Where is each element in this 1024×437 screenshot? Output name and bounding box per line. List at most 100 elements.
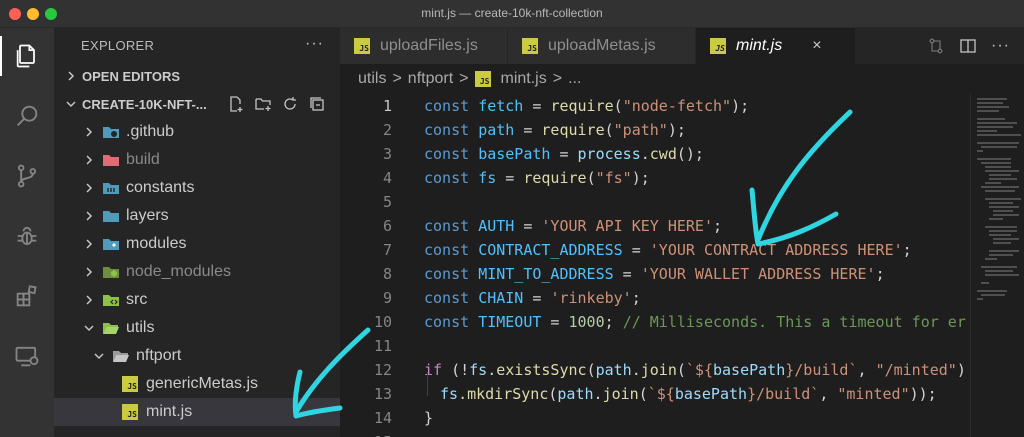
- breadcrumb-item-nftport[interactable]: nftport: [408, 70, 453, 88]
- github-folder-icon: [103, 127, 119, 138]
- breadcrumb: utils > nftport > JS mint.js > ...: [340, 64, 1024, 94]
- activity-bar: [0, 28, 54, 437]
- modules-folder-icon: [103, 239, 119, 250]
- explorer-icon[interactable]: [9, 38, 45, 74]
- code-line[interactable]: 2 const path = require("path");: [340, 118, 970, 142]
- refresh-icon[interactable]: [281, 95, 299, 113]
- project-label: CREATE-10K-NFT-...: [82, 96, 207, 112]
- code-line[interactable]: 14 }: [340, 406, 970, 430]
- code-line[interactable]: 15: [340, 430, 970, 437]
- minimap[interactable]: [970, 94, 1024, 437]
- editor-tabs: JS uploadFiles.js JS uploadMetas.js JS m…: [340, 28, 1024, 64]
- editor-actions: ···: [927, 28, 1024, 64]
- tree-item-label: layers: [126, 207, 169, 224]
- breadcrumb-separator: >: [552, 70, 563, 87]
- line-number: 10: [373, 313, 392, 331]
- split-editor-icon[interactable]: [959, 37, 977, 55]
- tab-uploadmetas[interactable]: JS uploadMetas.js: [508, 28, 696, 64]
- line-code: const fetch = require("node-fetch");: [424, 97, 750, 115]
- tree-item-label: utils: [126, 319, 155, 336]
- tree-item-label: mint.js: [146, 403, 193, 420]
- run-debug-icon[interactable]: [9, 218, 45, 254]
- extensions-icon[interactable]: [9, 278, 45, 314]
- close-tab-icon[interactable]: ×: [812, 37, 821, 55]
- tree-item-mint[interactable]: JS mint.js: [54, 398, 340, 426]
- code-line[interactable]: 8 const MINT_TO_ADDRESS = 'YOUR WALLET A…: [340, 262, 970, 286]
- code-line[interactable]: 9 const CHAIN = 'rinkeby';: [340, 286, 970, 310]
- open-editors-label: OPEN EDITORS: [82, 68, 181, 84]
- tree-item-utils[interactable]: utils: [54, 314, 340, 342]
- project-section[interactable]: CREATE-10K-NFT-...: [54, 90, 340, 118]
- new-file-icon[interactable]: [227, 95, 245, 113]
- code-line[interactable]: 10 const TIMEOUT = 1000; // Milliseconds…: [340, 310, 970, 334]
- explorer-title: EXPLORER: [81, 37, 155, 53]
- js-file-icon: JS: [122, 404, 138, 420]
- code-line[interactable]: 13 fs.mkdirSync(path.join(`${basePath}/b…: [340, 382, 970, 406]
- search-icon[interactable]: [9, 98, 45, 134]
- chevron-right-icon: [80, 263, 98, 281]
- tab-uploadfiles[interactable]: JS uploadFiles.js: [340, 28, 508, 64]
- open-changes-icon[interactable]: [927, 37, 945, 55]
- code-editor[interactable]: 1 const fetch = require("node-fetch"); 2…: [340, 94, 970, 437]
- folder-open-icon: [113, 351, 129, 362]
- line-code: const path = require("path");: [424, 121, 686, 139]
- breadcrumb-item-mint[interactable]: mint.js: [501, 70, 547, 88]
- breadcrumb-separator: >: [392, 70, 402, 87]
- tree-item-node-modules[interactable]: node_modules: [54, 258, 340, 286]
- tree-item-constants[interactable]: constants: [54, 174, 340, 202]
- node-folder-icon: [103, 267, 119, 278]
- line-number: 13: [373, 385, 392, 403]
- tree-item-genericmetas[interactable]: JS genericMetas.js: [54, 370, 340, 398]
- breadcrumb-separator: >: [459, 70, 469, 87]
- more-actions-icon[interactable]: ···: [991, 37, 1010, 55]
- js-file-icon: JS: [474, 71, 491, 87]
- tree-item-label: nftport: [136, 347, 182, 364]
- explorer-sidebar: EXPLORER ··· OPEN EDITORS CREATE-10K-NFT…: [54, 28, 340, 437]
- remote-explorer-icon[interactable]: [9, 338, 45, 374]
- tab-mint[interactable]: JS mint.js ×: [696, 28, 856, 64]
- chevron-down-icon: [90, 347, 108, 365]
- tree-item-label: genericMetas.js: [146, 375, 259, 392]
- code-line[interactable]: 3 const basePath = process.cwd();: [340, 142, 970, 166]
- chevron-right-icon: [80, 291, 98, 309]
- chevron-right-icon: [80, 235, 98, 253]
- chevron-down-icon: [62, 95, 80, 113]
- code-line[interactable]: 7 const CONTRACT_ADDRESS = 'YOUR CONTRAC…: [340, 238, 970, 262]
- code-line[interactable]: 1 const fetch = require("node-fetch");: [340, 94, 970, 118]
- code-line[interactable]: 12 if (!fs.existsSync(path.join(`${baseP…: [340, 358, 970, 382]
- code-line[interactable]: 4 const fs = require("fs");: [340, 166, 970, 190]
- code-line[interactable]: 5: [340, 190, 970, 214]
- line-number: 2: [382, 121, 392, 139]
- tree-item-layers[interactable]: layers: [54, 202, 340, 230]
- line-number: 14: [373, 409, 392, 427]
- tree-item-nftport[interactable]: nftport: [54, 342, 340, 370]
- more-actions-icon[interactable]: ···: [305, 35, 324, 53]
- constants-folder-icon: [103, 183, 119, 194]
- code-line[interactable]: 6 const AUTH = 'YOUR API KEY HERE';: [340, 214, 970, 238]
- line-number: 12: [373, 361, 392, 379]
- line-number: 5: [382, 193, 392, 211]
- collapse-all-icon[interactable]: [308, 95, 326, 113]
- explorer-header: EXPLORER ···: [54, 28, 340, 62]
- tree-item-build[interactable]: build: [54, 146, 340, 174]
- tree-item-modules[interactable]: modules: [54, 230, 340, 258]
- tree-item-github[interactable]: .github: [54, 118, 340, 146]
- line-number: 11: [373, 337, 392, 355]
- open-editors-section[interactable]: OPEN EDITORS: [54, 62, 340, 90]
- line-code: const AUTH = 'YOUR API KEY HERE';: [424, 217, 723, 235]
- tree-item-src[interactable]: src: [54, 286, 340, 314]
- chevron-right-icon: [80, 207, 98, 225]
- build-folder-icon: [103, 155, 119, 166]
- code-line[interactable]: 11: [340, 334, 970, 358]
- breadcrumb-item-utils[interactable]: utils: [358, 70, 386, 88]
- title-bar: mint.js — create-10k-nft-collection: [0, 0, 1024, 28]
- breadcrumb-item-symbols[interactable]: ...: [568, 70, 581, 88]
- chevron-right-icon: [80, 123, 98, 141]
- new-folder-icon[interactable]: [254, 95, 272, 113]
- chevron-right-icon: [62, 67, 80, 85]
- line-code: if (!fs.existsSync(path.join(`${basePath…: [424, 361, 966, 379]
- chevron-right-icon: [80, 151, 98, 169]
- source-control-icon[interactable]: [9, 158, 45, 194]
- window-title: mint.js — create-10k-nft-collection: [421, 6, 603, 20]
- line-code: const fs = require("fs");: [424, 169, 650, 187]
